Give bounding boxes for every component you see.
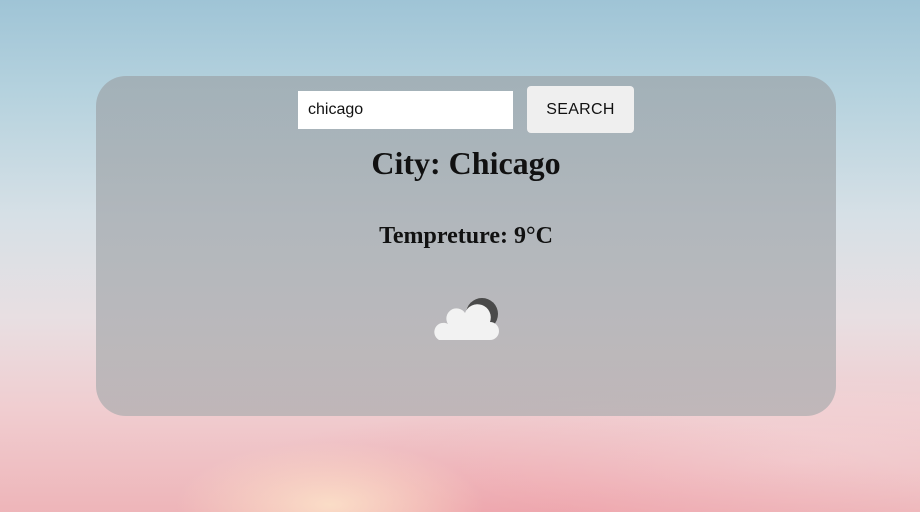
weather-card: SEARCH City: Chicago Tempreture: 9°C xyxy=(96,76,836,416)
partly-cloudy-night-icon xyxy=(434,298,499,340)
search-button[interactable]: SEARCH xyxy=(527,86,634,133)
city-name: City: Chicago xyxy=(371,145,561,181)
search-bar: SEARCH xyxy=(96,86,836,134)
city-search-input[interactable] xyxy=(298,91,513,129)
temperature-readout: Tempreture: 9°C xyxy=(379,223,553,249)
